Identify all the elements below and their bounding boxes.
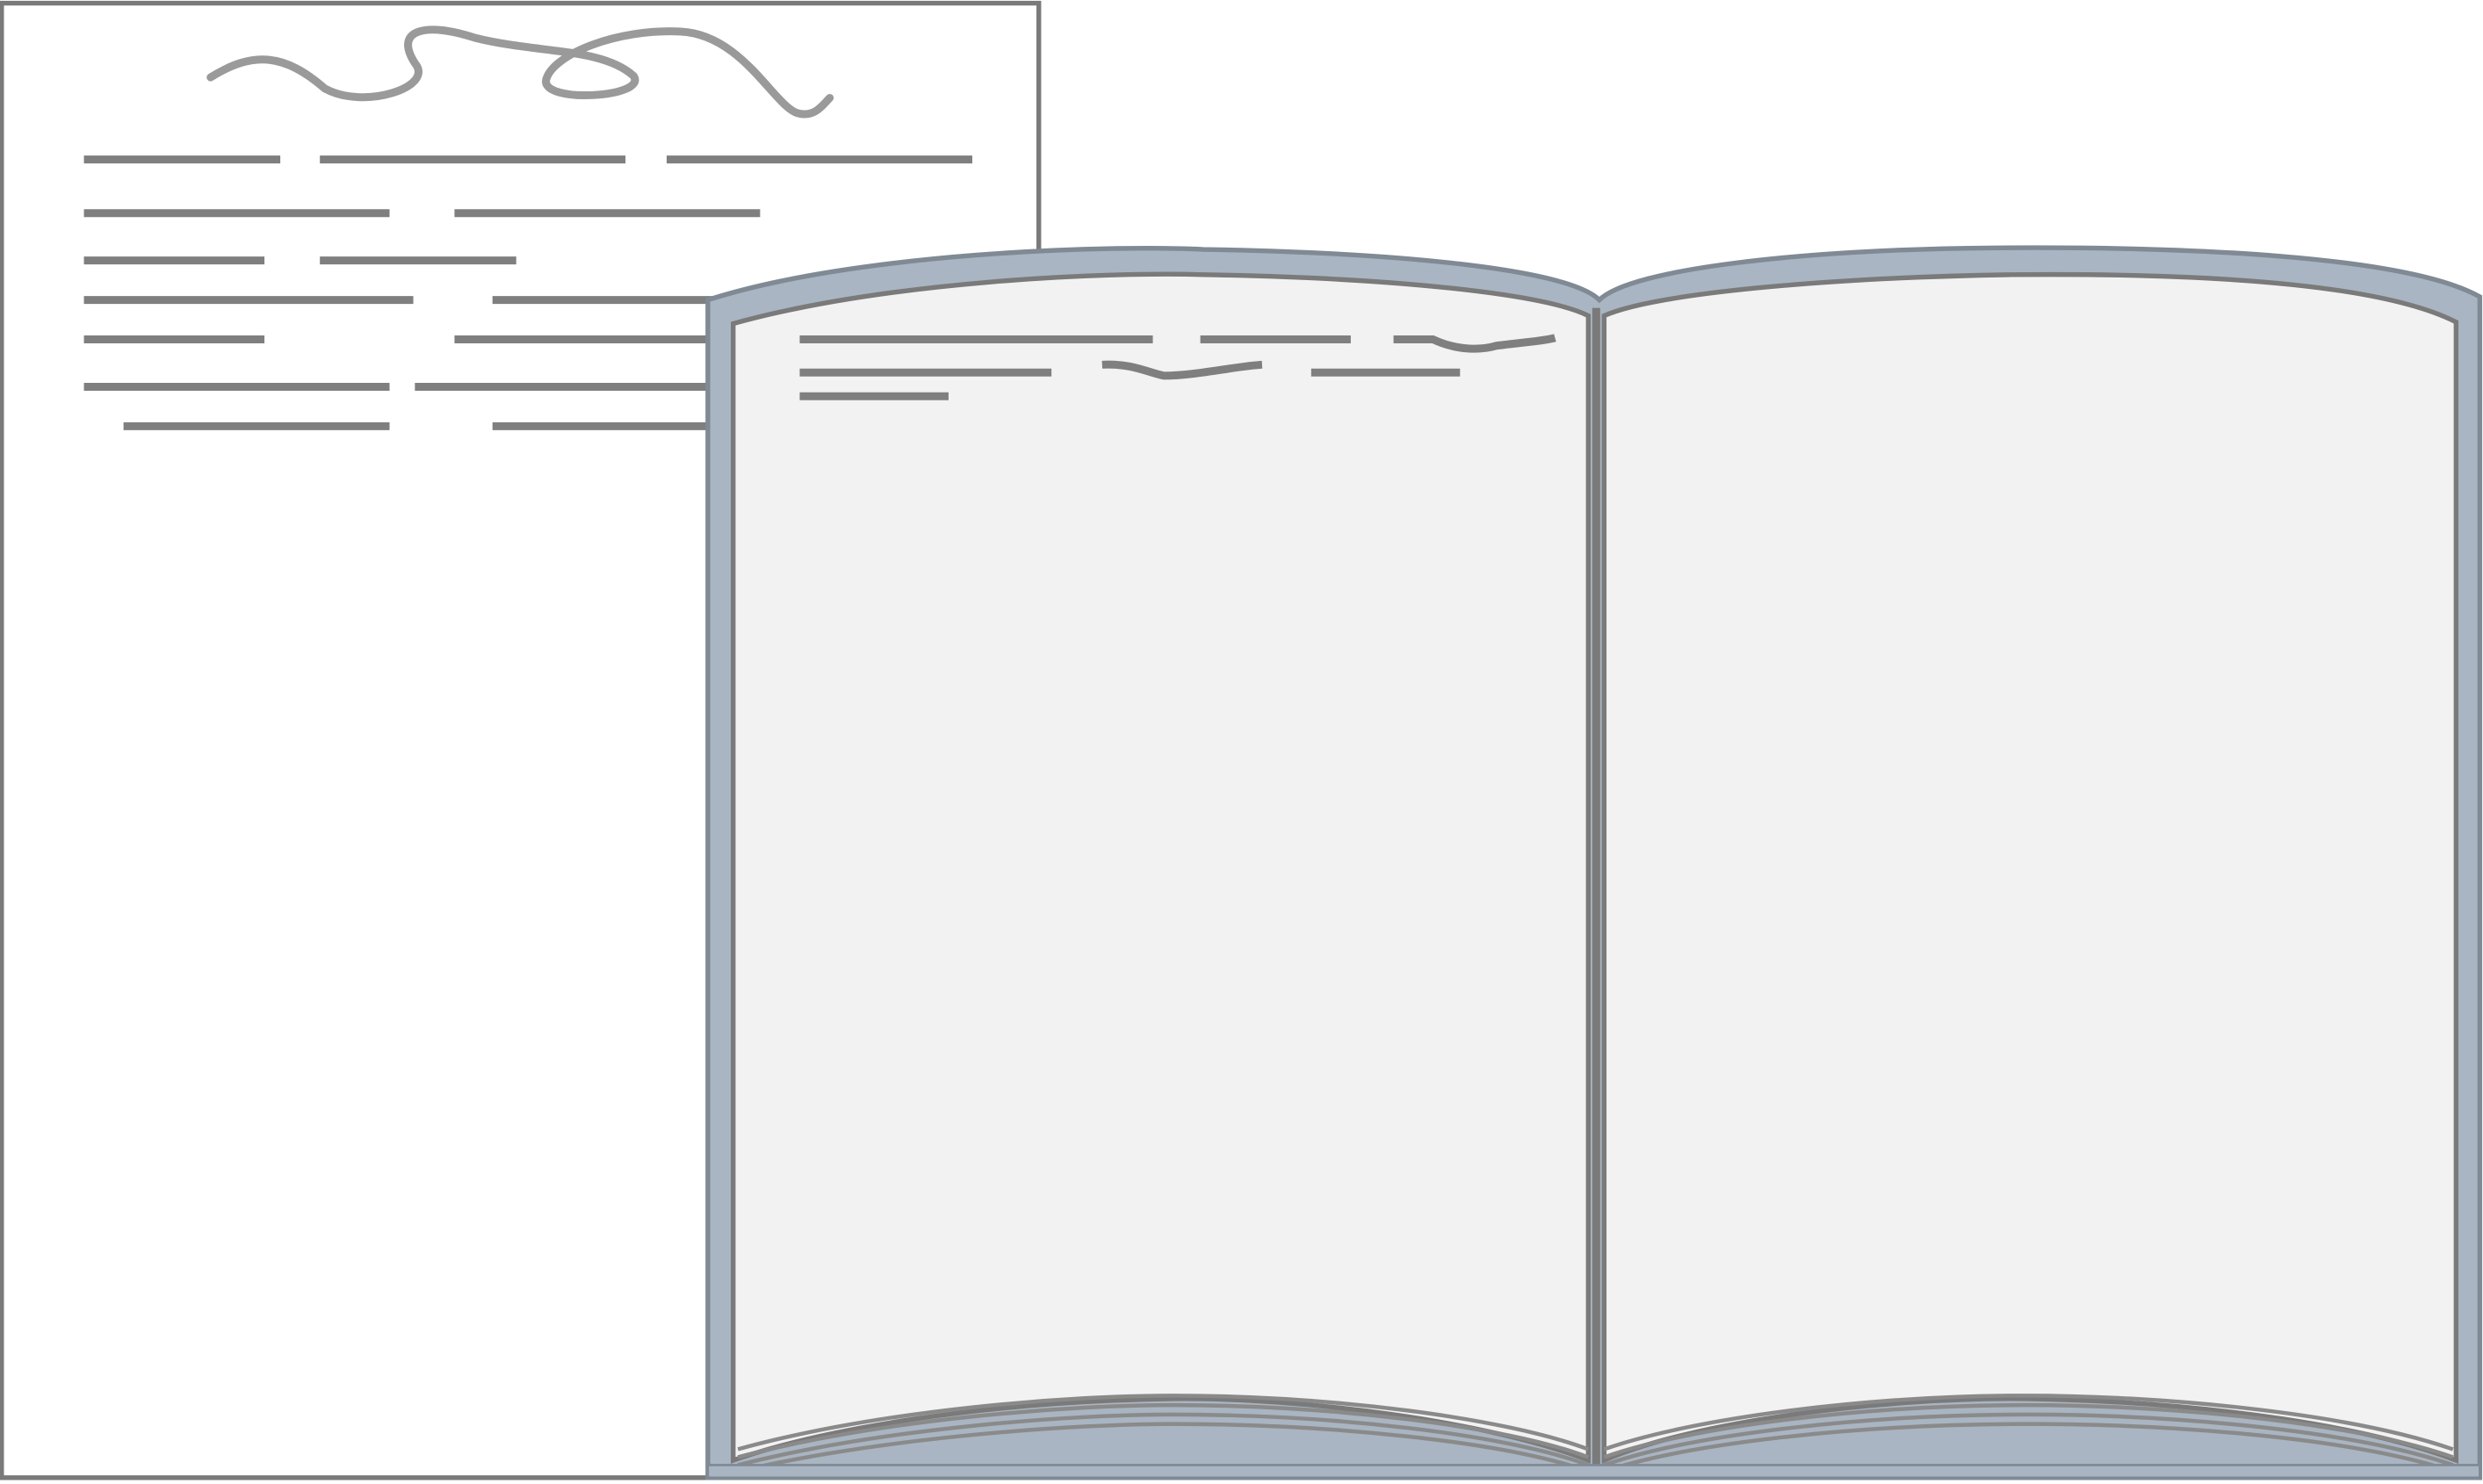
open-book-icon [705,245,2483,1480]
book-cover-bottom [706,1464,2481,1480]
book-left-page [731,271,1592,1465]
illustration-canvas [0,0,2483,1480]
book-right-page [1601,271,2459,1465]
